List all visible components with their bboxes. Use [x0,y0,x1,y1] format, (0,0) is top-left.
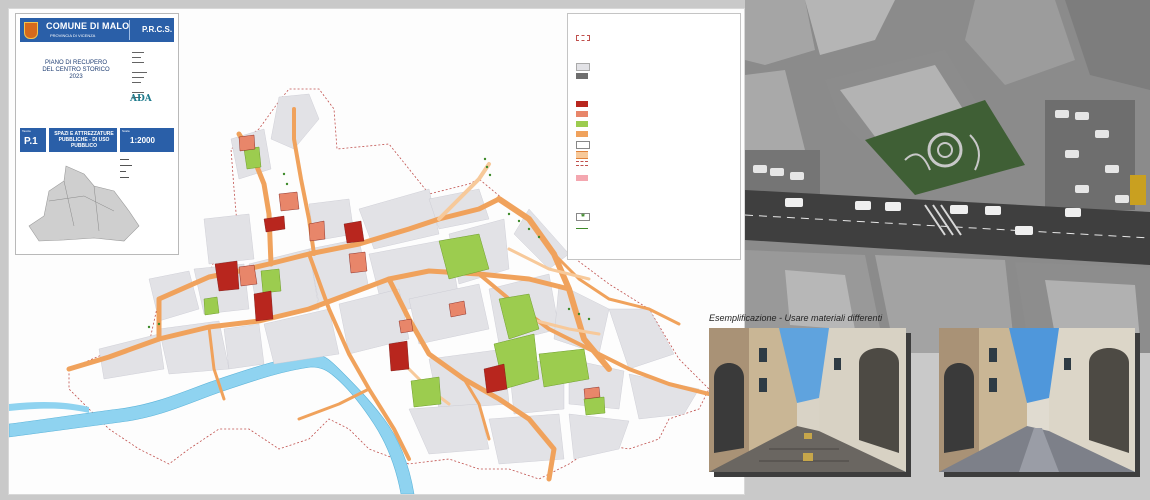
tavola-number: P.1 [24,136,38,147]
legend-swatch [576,73,588,79]
title-block: COMUNE DI MALO PROVINCIA DI VICENZA P.R.… [15,13,179,255]
legend-swatch [576,131,588,137]
legend-swatch [576,111,588,117]
tavola-label: Tavola [22,129,31,133]
street-photo-after [939,328,1135,472]
street-photo-before [709,328,906,472]
legend-swatch [576,151,588,159]
tree-icon: ✱ [576,213,590,221]
subject-title: SPAZI E ATTREZZATURE PUBBLICHE - DI USO … [53,131,115,149]
map-legend: ✱ [567,13,741,260]
key-map [28,165,140,242]
plan-year: 2023 [69,74,83,80]
legend-row-path [576,160,736,168]
legend-swatch [576,35,590,41]
river-branch [9,402,89,413]
plan-sheet: COMUNE DI MALO PROVINCIA DI VICENZA P.R.… [8,8,745,495]
example-caption: Esemplificazione - Usare materiali diffe… [709,313,883,323]
legend-row-building [576,62,736,71]
plan-title-line1: PIANO DI RECUPERO [44,60,107,66]
legend-row-public-light [576,110,736,118]
tavola-box: Tavola P.1 [20,128,46,152]
legend-row-tree-row [576,224,736,232]
legend-row-square [576,130,736,138]
legend-row-green [576,120,736,128]
comune-name: COMUNE DI MALO [46,21,130,31]
legend-row-road [576,150,736,159]
scale-box: Scala 1:2000 [120,128,174,152]
scale-value: 1:2000 [130,136,155,145]
subject-box: SPAZI E ATTREZZATURE PUBBLICHE - DI USO … [49,128,117,152]
legend-swatch [576,161,588,166]
legend-swatch [576,63,590,71]
studio-logo: ADA [130,94,152,104]
subject-line2: PUBBLICHE - DI USO PUBBLICO [58,137,110,149]
plan-acronym: P.R.C.S. [142,25,173,34]
provincia-name: PROVINCIA DI VICENZA [50,33,96,38]
plan-title: PIANO DI RECUPERO DEL CENTRO STORICO 202… [24,60,128,81]
legend-row-pink [576,174,736,182]
legend-row-tree: ✱ [576,212,736,221]
river [9,353,415,494]
scale-label: Scala [122,129,130,133]
municipal-crest-icon [24,22,38,39]
legend-row-parking [576,140,736,149]
title-header: COMUNE DI MALO PROVINCIA DI VICENZA P.R.… [20,18,174,42]
legend-swatch [576,228,588,231]
legend-swatch [576,175,588,181]
aerial-photo [745,0,1150,353]
small-print: ▬▬▬▬ ▬▬▬ ▬▬▬▬ ▬▬▬▬▬ ▬▬▬▬ ▬▬▬ ▬▬▬▬ ▬▬▬ [132,50,147,99]
legend-swatch [576,101,588,107]
plan-title-line2: DEL CENTRO STORICO [42,67,110,73]
legend-swatch [576,141,590,149]
header-divider [129,20,130,40]
legend-row-building-dark [576,72,736,80]
legend-swatch [576,121,588,127]
legend-row-boundary [576,34,736,42]
legend-row-public [576,100,736,108]
